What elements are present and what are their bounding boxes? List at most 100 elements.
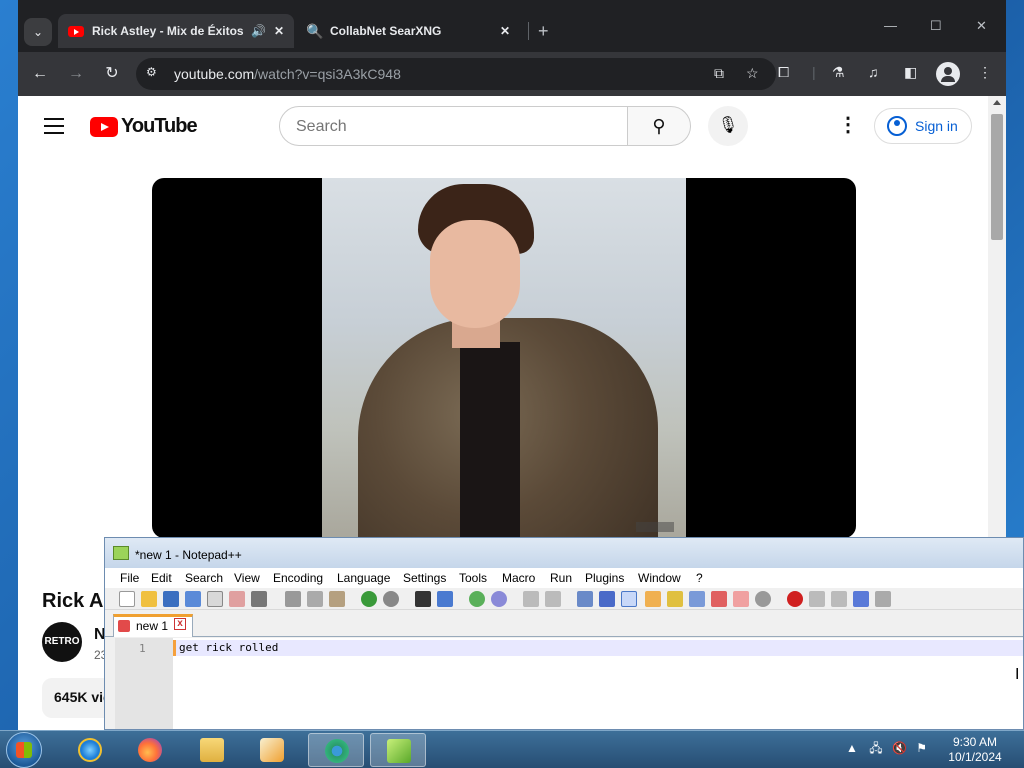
folder-as-workspace-icon[interactable] xyxy=(711,591,727,607)
menu-search[interactable]: Search xyxy=(185,571,223,585)
sync-vertical-icon[interactable] xyxy=(523,591,539,607)
side-panel-icon[interactable]: ◧ xyxy=(904,64,917,81)
labs-flask-icon[interactable]: ⚗ xyxy=(832,64,845,81)
close-tab-icon[interactable]: x xyxy=(174,618,186,630)
action-center-flag-icon[interactable]: ⚑ xyxy=(916,741,927,755)
network-icon[interactable]: 🖧 xyxy=(869,741,882,755)
menu-run[interactable]: Run xyxy=(550,571,572,585)
function-list-icon[interactable] xyxy=(689,591,705,607)
paste-icon[interactable] xyxy=(329,591,345,607)
menu-language[interactable]: Language xyxy=(337,571,390,585)
tab-new-1[interactable]: new 1 x xyxy=(113,614,193,637)
new-tab-button[interactable]: + xyxy=(538,18,549,44)
save-macro-icon[interactable] xyxy=(875,591,891,607)
menu-plugins[interactable]: Plugins xyxy=(585,571,624,585)
zoom-in-icon[interactable] xyxy=(469,591,485,607)
taskbar-firefox[interactable] xyxy=(122,733,178,767)
taskbar-file-explorer[interactable] xyxy=(184,733,240,767)
maximize-icon[interactable]: ☐ xyxy=(930,18,942,34)
word-wrap-icon[interactable] xyxy=(577,591,593,607)
search-button[interactable]: ⚲ xyxy=(627,106,691,146)
scroll-thumb[interactable] xyxy=(991,114,1003,240)
url-text[interactable]: youtube.com/watch?v=qsi3A3kC948 xyxy=(174,66,401,82)
show-all-characters-icon[interactable] xyxy=(599,591,615,607)
close-window-icon[interactable]: ✕ xyxy=(976,18,987,34)
undo-icon[interactable] xyxy=(361,591,377,607)
copy-icon[interactable] xyxy=(307,591,323,607)
user-language-icon[interactable] xyxy=(645,591,661,607)
close-all-icon[interactable] xyxy=(229,591,245,607)
taskbar-chrome[interactable] xyxy=(308,733,364,767)
menu-tools[interactable]: Tools xyxy=(459,571,487,585)
show-hidden-icons-icon[interactable]: ▲ xyxy=(846,741,858,755)
taskbar-notepad-plus-plus[interactable] xyxy=(370,733,426,767)
sync-horizontal-icon[interactable] xyxy=(545,591,561,607)
new-file-icon[interactable] xyxy=(119,591,135,607)
menu-macro[interactable]: Macro xyxy=(502,571,535,585)
reload-icon[interactable]: ↻ xyxy=(100,62,124,86)
tab-search-button[interactable]: ⌄ xyxy=(24,18,52,46)
editor-area[interactable]: 1 get rick rolled xyxy=(115,638,1023,729)
bookmark-star-icon[interactable]: ☆ xyxy=(746,65,759,82)
tab-searxng[interactable]: 🔍 CollabNet SearXNG ✕ xyxy=(296,14,520,48)
redo-icon[interactable] xyxy=(383,591,399,607)
volume-muted-icon[interactable]: 🔇 xyxy=(892,741,907,755)
comment-icon[interactable] xyxy=(755,591,771,607)
search-favicon-icon: 🔍 xyxy=(306,23,324,39)
scroll-up-icon[interactable] xyxy=(993,100,1001,105)
media-controls-icon[interactable]: ♫ xyxy=(868,64,879,80)
forward-arrow-icon[interactable]: → xyxy=(64,62,88,86)
sign-in-button[interactable]: Sign in xyxy=(874,108,972,144)
clock-time: 9:30 AM xyxy=(952,735,998,749)
close-file-icon[interactable] xyxy=(207,591,223,607)
monitoring-icon[interactable] xyxy=(733,591,749,607)
close-tab-icon[interactable]: ✕ xyxy=(274,24,284,38)
address-bar[interactable]: ⚙ youtube.com/watch?v=qsi3A3kC948 ⧉ ☆ xyxy=(136,58,776,90)
install-app-icon[interactable]: ⧉ xyxy=(714,65,724,82)
editor-text-line[interactable]: get rick rolled xyxy=(179,641,278,654)
menu-encoding[interactable]: Encoding xyxy=(273,571,323,585)
back-arrow-icon[interactable]: ← xyxy=(28,62,52,86)
menu-window[interactable]: Window xyxy=(638,571,681,585)
close-tab-icon[interactable]: ✕ xyxy=(500,24,510,38)
print-icon[interactable] xyxy=(251,591,267,607)
minimize-icon[interactable]: — xyxy=(884,18,897,33)
hamburger-menu-icon[interactable] xyxy=(44,118,64,139)
taskbar-media-player[interactable] xyxy=(244,733,300,767)
run-macro-multiple-icon[interactable] xyxy=(853,591,869,607)
microphone-icon[interactable]: 🎙 xyxy=(708,106,748,146)
open-file-icon[interactable] xyxy=(141,591,157,607)
chrome-menu-icon[interactable]: ⋮ xyxy=(978,64,992,81)
record-macro-icon[interactable] xyxy=(787,591,803,607)
menu-help[interactable]: ? xyxy=(696,571,703,585)
youtube-logo[interactable]: YouTube xyxy=(90,115,198,138)
more-options-icon[interactable]: ⋮ xyxy=(838,112,858,137)
taskbar-internet-explorer[interactable] xyxy=(62,733,118,767)
zoom-out-icon[interactable] xyxy=(491,591,507,607)
search-input[interactable]: Search xyxy=(279,106,629,146)
menu-file[interactable]: File xyxy=(120,571,139,585)
channel-avatar[interactable]: RETRO xyxy=(42,622,82,662)
find-icon[interactable] xyxy=(415,591,431,607)
save-all-icon[interactable] xyxy=(185,591,201,607)
extensions-icon[interactable]: ⧠ xyxy=(778,64,789,81)
clock[interactable]: 9:30 AM 10/1/2024 xyxy=(940,735,1010,765)
tab-rick-astley[interactable]: Rick Astley - Mix de Éxitos 🔊 ✕ xyxy=(58,14,294,48)
indent-guide-icon[interactable] xyxy=(621,591,637,607)
menu-edit[interactable]: Edit xyxy=(151,571,172,585)
notepad-title-bar[interactable]: *new 1 - Notepad++ xyxy=(105,538,1023,568)
clock-date: 10/1/2024 xyxy=(948,750,1002,764)
profile-avatar-icon[interactable] xyxy=(936,62,960,86)
replace-icon[interactable] xyxy=(437,591,453,607)
start-button[interactable] xyxy=(6,732,42,768)
stop-recording-icon[interactable] xyxy=(809,591,825,607)
cut-icon[interactable] xyxy=(285,591,301,607)
playback-macro-icon[interactable] xyxy=(831,591,847,607)
menu-view[interactable]: View xyxy=(234,571,260,585)
video-player[interactable] xyxy=(152,178,856,538)
site-info-icon[interactable]: ⚙ xyxy=(146,65,157,79)
document-map-icon[interactable] xyxy=(667,591,683,607)
menu-settings[interactable]: Settings xyxy=(403,571,446,585)
save-icon[interactable] xyxy=(163,591,179,607)
speaker-icon[interactable]: 🔊 xyxy=(251,24,266,38)
